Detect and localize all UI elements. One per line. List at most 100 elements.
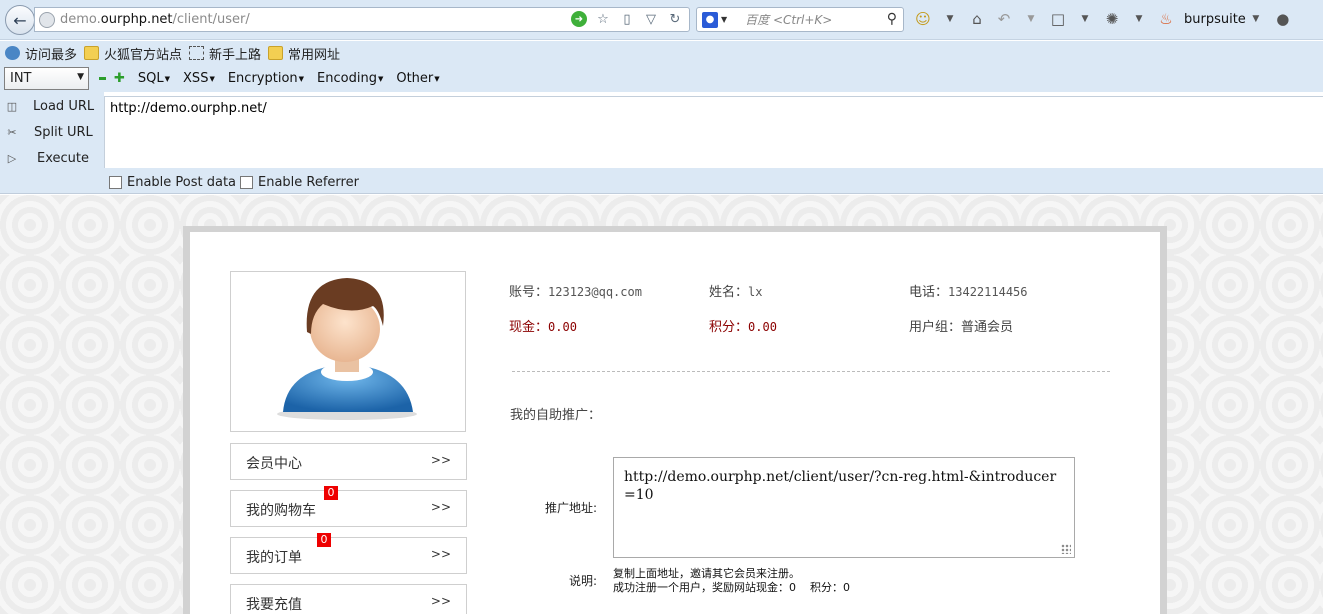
dropdown-icon[interactable]: ▼ — [1022, 10, 1040, 28]
checkbox[interactable] — [109, 176, 122, 189]
hackbar-options: Enable Post data Enable Referrer — [0, 168, 1323, 194]
menu-label: XSS — [183, 71, 209, 86]
burp-flame-icon[interactable]: ♨ — [1157, 10, 1175, 28]
double-chevron-right-icon: >> — [430, 453, 451, 467]
load-url-icon: ◫ — [6, 99, 18, 113]
load-url-button[interactable]: ◫ Load URL — [0, 98, 94, 114]
url-host: ourphp.net — [100, 12, 173, 27]
hackbar-toolbar: INT ✚ SQL▼ XSS▼ Encryption▼ Encoding▼ Ot… — [0, 65, 1323, 92]
undo-icon[interactable]: ↶ — [995, 10, 1013, 28]
points-value: 0.00 — [748, 320, 777, 334]
dropdown-icon[interactable]: ▼ — [1130, 10, 1148, 28]
sidebar-item-orders[interactable]: 我的订单 0 >> — [230, 533, 467, 574]
bookmark-globe-icon — [5, 46, 20, 60]
order-count-badge: 0 — [317, 533, 331, 547]
phone-info: 电话：13422114456 — [909, 281, 1028, 300]
group-value: 普通会员 — [961, 320, 1014, 335]
page-background: 会员中心 >> 我的购物车 0 >> 我的订单 0 >> 我要充值 >> 账号：… — [0, 195, 1323, 614]
promo-note: 复制上面地址，邀请其它会员来注册。 成功注册一个用户，奖励网站现金：0 积分：0 — [613, 567, 850, 595]
menu-label: SQL — [137, 71, 164, 86]
double-chevron-right-icon: >> — [430, 594, 451, 608]
url-path: /client/user/ — [172, 12, 250, 27]
hackbar-url-input[interactable]: http://demo.ourphp.net/ — [104, 96, 1323, 168]
menu-other[interactable]: Other▼ — [396, 71, 439, 86]
caret-down-icon: ▼ — [164, 74, 171, 83]
chat-bubble-icon[interactable]: ● — [1274, 10, 1292, 28]
points-info: 积分：0.00 — [709, 316, 777, 335]
back-button[interactable]: ← — [5, 5, 35, 35]
search-engine-dropdown-icon[interactable]: ▼ — [721, 15, 727, 24]
account-label: 账号： — [509, 285, 549, 300]
burpsuite-menu[interactable]: burpsuite — [1184, 12, 1246, 27]
search-box[interactable]: ● ▼ 百度 <Ctrl+K> ⚲ — [696, 7, 904, 32]
avatar — [230, 271, 466, 432]
menu-sql[interactable]: SQL▼ — [138, 71, 170, 86]
crop-icon[interactable]: □ — [1049, 10, 1067, 28]
home-icon[interactable]: ⌂ — [968, 10, 986, 28]
hackbar-actions: ◫ Load URL ✂ Split URL ▷ Execute — [0, 92, 104, 168]
mobile-icon[interactable]: ▯ — [619, 11, 635, 27]
bug-icon[interactable]: ✺ — [1103, 10, 1121, 28]
member-panel: 会员中心 >> 我的购物车 0 >> 我的订单 0 >> 我要充值 >> 账号：… — [190, 232, 1160, 614]
plus-icon[interactable]: ✚ — [114, 71, 125, 86]
dropdown-icon[interactable]: ▼ — [941, 10, 959, 28]
sidebar-item-recharge[interactable]: 我要充值 >> — [230, 584, 467, 614]
name-label: 姓名： — [709, 285, 749, 300]
chevron-down-icon[interactable]: ▽ — [643, 11, 659, 27]
bookmark-label: 新手上路 — [209, 47, 262, 63]
dropdown-icon[interactable]: ▼ — [1076, 10, 1094, 28]
navigation-toolbar: ← demo.ourphp.net/client/user/ ➜ ☆ ▯ ▽ ↻… — [0, 0, 1323, 40]
bookmark-most-visited[interactable]: 访问最多 — [5, 44, 77, 63]
bookmark-common-sites[interactable]: 常用网址 — [268, 44, 340, 63]
url-text[interactable]: demo.ourphp.net/client/user/ — [60, 12, 250, 27]
go-icon[interactable]: ➜ — [571, 11, 587, 27]
double-chevron-right-icon: >> — [430, 500, 451, 514]
split-url-button[interactable]: ✂ Split URL — [0, 124, 92, 140]
arrow-left-icon: ← — [13, 10, 27, 30]
reload-icon[interactable]: ↻ — [667, 11, 683, 27]
menu-xss[interactable]: XSS▼ — [183, 71, 215, 86]
search-placeholder: 百度 <Ctrl+K> — [745, 13, 833, 27]
menu-encoding[interactable]: Encoding▼ — [317, 71, 383, 86]
sidebar-item-member-center[interactable]: 会员中心 >> — [230, 443, 467, 480]
promo-note-line: 成功注册一个用户，奖励网站现金：0 积分：0 — [613, 581, 850, 594]
phone-label: 电话： — [909, 285, 949, 300]
enable-referrer-checkbox[interactable]: Enable Referrer — [240, 175, 359, 190]
resize-grip-icon[interactable] — [1061, 544, 1071, 554]
minus-icon[interactable] — [99, 77, 106, 80]
sidebar-item-cart[interactable]: 我的购物车 0 >> — [230, 486, 467, 527]
cash-value: 0.00 — [548, 320, 577, 334]
account-info: 账号：123123@qq.com — [509, 281, 642, 300]
promo-link-textarea[interactable]: http://demo.ourphp.net/client/user/?cn-r… — [613, 457, 1075, 558]
folder-icon — [268, 46, 284, 60]
menu-label: Encryption — [227, 71, 298, 86]
execute-label: Execute — [37, 150, 89, 166]
caret-down-icon: ▼ — [434, 74, 440, 83]
type-select[interactable]: INT — [4, 67, 89, 90]
group-label: 用户组： — [909, 320, 962, 335]
search-icon[interactable]: ⚲ — [887, 11, 897, 27]
menu-encryption[interactable]: Encryption▼ — [228, 71, 304, 86]
user-avatar-icon — [277, 278, 417, 420]
checkbox[interactable] — [240, 176, 253, 189]
divider — [512, 371, 1110, 372]
star-icon[interactable]: ☆ — [595, 11, 611, 27]
caret-down-icon: ▼ — [298, 74, 305, 83]
bookmark-getting-started[interactable]: 新手上路 — [189, 44, 261, 63]
url-bar[interactable]: demo.ourphp.net/client/user/ ➜ ☆ ▯ ▽ ↻ — [34, 7, 690, 32]
site-identity-icon[interactable] — [39, 11, 55, 28]
dropdown-icon[interactable]: ▼ — [1247, 10, 1265, 28]
bookmark-firefox-site[interactable]: 火狐官方站点 — [84, 44, 182, 63]
cash-label: 现金： — [509, 320, 549, 335]
bookmarks-toolbar: 访问最多 火狐官方站点 新手上路 常用网址 — [0, 41, 1323, 65]
member-frame: 会员中心 >> 我的购物车 0 >> 我的订单 0 >> 我要充值 >> 账号：… — [183, 226, 1167, 614]
promo-note-label: 说明: — [569, 574, 598, 588]
execute-button[interactable]: ▷ Execute — [0, 150, 89, 166]
emoji-icon[interactable]: ☺ — [914, 10, 932, 28]
menu-label: Other — [396, 71, 434, 86]
url-host-prefix: demo. — [60, 12, 101, 27]
enable-post-checkbox[interactable]: Enable Post data — [109, 175, 236, 190]
name-info: 姓名：lx — [709, 281, 762, 300]
phone-value: 13422114456 — [948, 285, 1028, 299]
baidu-paw-icon[interactable]: ● — [702, 11, 718, 28]
